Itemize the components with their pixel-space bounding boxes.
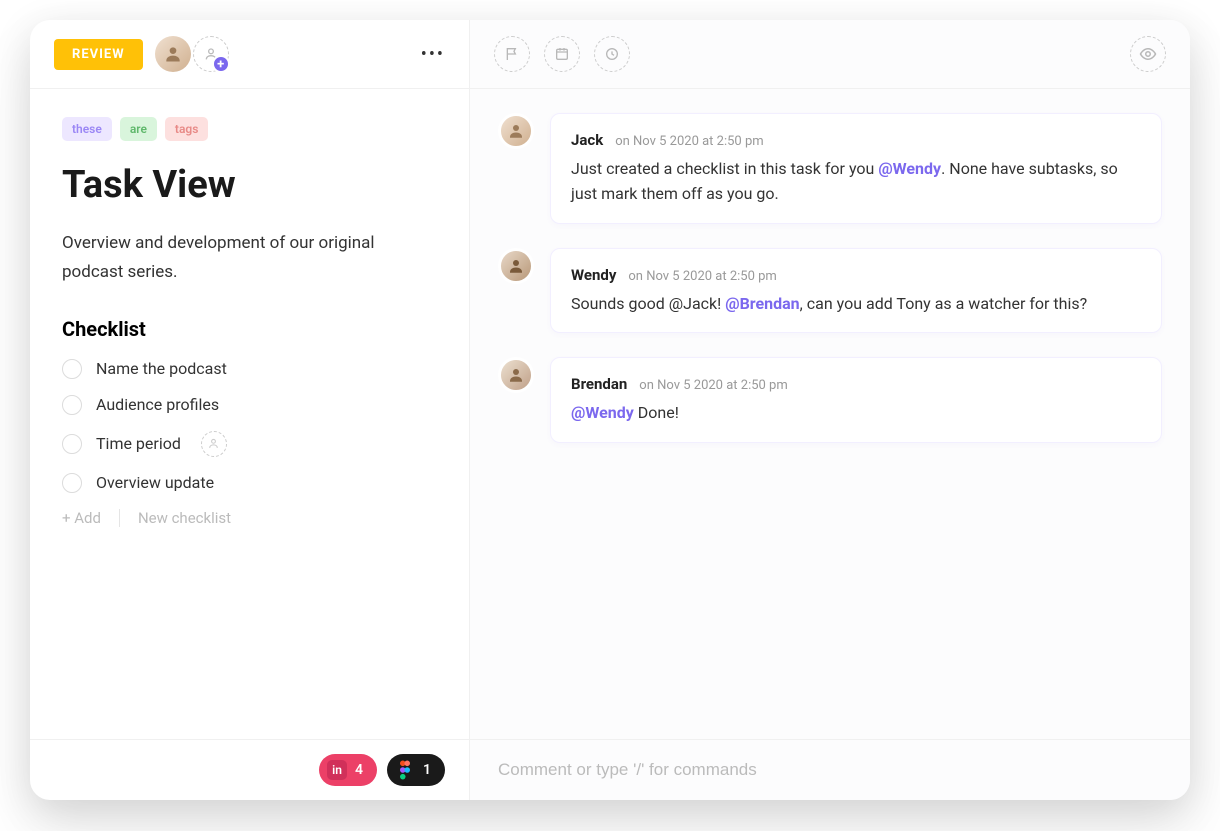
checkbox-icon[interactable] [62, 473, 82, 493]
invision-attachments-pill[interactable]: in 4 [319, 754, 377, 786]
person-icon [507, 122, 525, 140]
invision-count: 4 [355, 762, 363, 778]
task-description[interactable]: Overview and development of our original… [62, 229, 437, 287]
assign-user-button[interactable] [201, 431, 227, 457]
checklist-item-label: Audience profiles [96, 395, 219, 414]
task-title[interactable]: Task View [62, 163, 437, 207]
checklist-item[interactable]: Time period [62, 431, 437, 457]
comment-timestamp: on Nov 5 2020 at 2:50 pm [639, 378, 787, 393]
comment-text: Just created a checklist in this task fo… [571, 159, 878, 178]
tag-item[interactable]: tags [165, 117, 208, 141]
checkbox-icon[interactable] [62, 395, 82, 415]
checklist-actions: + Add New checklist [62, 509, 437, 527]
checklist-item[interactable]: Name the podcast [62, 359, 437, 379]
comment-row: Jack on Nov 5 2020 at 2:50 pm Just creat… [498, 113, 1162, 224]
checkbox-icon[interactable] [62, 359, 82, 379]
checklist-item-label: Overview update [96, 473, 214, 492]
mention[interactable]: @Wendy [571, 403, 634, 422]
person-icon [163, 44, 183, 64]
comment-body: Just created a checklist in this task fo… [571, 157, 1141, 207]
comment-avatar[interactable] [498, 248, 534, 284]
right-pane: Jack on Nov 5 2020 at 2:50 pm Just creat… [470, 20, 1190, 800]
checklist-title: Checklist [62, 317, 437, 341]
divider [119, 509, 120, 527]
more-menu-button[interactable]: ••• [421, 44, 445, 65]
comment-avatar[interactable] [498, 357, 534, 393]
comment-body: @Wendy Done! [571, 401, 1141, 426]
comment-text: Sounds good @Jack! [571, 294, 725, 313]
person-icon [507, 257, 525, 275]
assignee-avatar[interactable] [155, 36, 191, 72]
checkbox-icon[interactable] [62, 434, 82, 454]
mention[interactable]: @Brendan [725, 294, 799, 313]
mention[interactable]: @Wendy [878, 159, 941, 178]
comment-row: Brendan on Nov 5 2020 at 2:50 pm @Wendy … [498, 357, 1162, 443]
comment-text: , can you add Tony as a watcher for this… [800, 294, 1088, 313]
comment-text: Done! [634, 403, 679, 422]
status-badge[interactable]: REVIEW [54, 39, 143, 70]
tag-list: these are tags [62, 117, 437, 141]
figma-icon [395, 760, 415, 780]
invision-icon: in [327, 760, 347, 780]
priority-button[interactable] [494, 36, 530, 72]
watch-button[interactable] [1130, 36, 1166, 72]
left-pane: REVIEW + ••• these are tags Task View Ov… [30, 20, 470, 800]
figma-count: 1 [423, 762, 431, 778]
comment-row: Wendy on Nov 5 2020 at 2:50 pm Sounds go… [498, 248, 1162, 334]
checklist-item-label: Time period [96, 434, 181, 453]
checklist-item[interactable]: Overview update [62, 473, 437, 493]
comment-list: Jack on Nov 5 2020 at 2:50 pm Just creat… [470, 89, 1190, 739]
time-button[interactable] [594, 36, 630, 72]
comment-timestamp: on Nov 5 2020 at 2:50 pm [628, 269, 776, 284]
comment-input-row [470, 739, 1190, 800]
checklist-item-label: Name the podcast [96, 359, 227, 378]
comment-timestamp: on Nov 5 2020 at 2:50 pm [615, 134, 763, 149]
comment-bubble: Wendy on Nov 5 2020 at 2:50 pm Sounds go… [550, 248, 1162, 334]
task-body: these are tags Task View Overview and de… [30, 89, 469, 739]
user-icon [207, 437, 220, 450]
new-checklist-button[interactable]: New checklist [138, 509, 231, 527]
task-card: REVIEW + ••• these are tags Task View Ov… [30, 20, 1190, 800]
eye-icon [1139, 45, 1157, 63]
tag-item[interactable]: these [62, 117, 112, 141]
right-header [470, 20, 1190, 89]
calendar-icon [554, 46, 570, 62]
comment-avatar[interactable] [498, 113, 534, 149]
comment-author: Wendy [571, 266, 616, 284]
comment-body: Sounds good @Jack! @Brendan, can you add… [571, 292, 1141, 317]
figma-attachments-pill[interactable]: 1 [387, 754, 445, 786]
add-checklist-item-button[interactable]: + Add [62, 509, 101, 527]
date-button[interactable] [544, 36, 580, 72]
comment-author: Jack [571, 131, 603, 149]
tag-item[interactable]: are [120, 117, 157, 141]
comment-input[interactable] [498, 760, 1162, 780]
clock-icon [604, 46, 620, 62]
left-header: REVIEW + ••• [30, 20, 469, 89]
plus-badge-icon: + [212, 55, 230, 73]
add-assignee-button[interactable]: + [193, 36, 229, 72]
person-icon [507, 366, 525, 384]
comment-bubble: Brendan on Nov 5 2020 at 2:50 pm @Wendy … [550, 357, 1162, 443]
checklist-item[interactable]: Audience profiles [62, 395, 437, 415]
flag-icon [504, 46, 520, 62]
comment-bubble: Jack on Nov 5 2020 at 2:50 pm Just creat… [550, 113, 1162, 224]
comment-author: Brendan [571, 375, 627, 393]
left-footer: in 4 1 [30, 739, 469, 800]
